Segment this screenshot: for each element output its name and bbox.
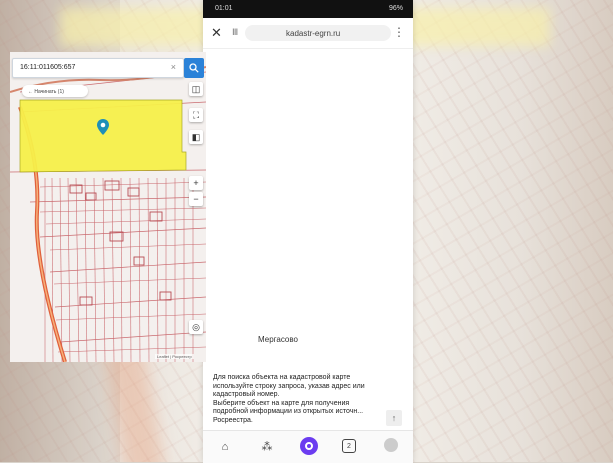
- zoom-in-button[interactable]: +: [189, 176, 203, 190]
- home-icon[interactable]: ⌂: [217, 439, 233, 455]
- map-canvas[interactable]: [10, 52, 206, 362]
- status-battery: 96%: [388, 5, 403, 12]
- services-icon[interactable]: ⁂: [259, 439, 275, 455]
- scroll-up-button[interactable]: ↑: [386, 410, 402, 426]
- info-text: Для поиска объекта на кадастровой карте …: [213, 374, 395, 426]
- info-line: используйте строку запроса, указав адрес…: [213, 382, 365, 390]
- info-line: кадастровый номер.: [213, 391, 280, 399]
- map-pin-icon[interactable]: [96, 118, 110, 136]
- reader-icon[interactable]: Ⅲ: [232, 27, 238, 38]
- history-chip[interactable]: ← Начинать (1): [22, 85, 88, 97]
- bottom-navigation: ⌂ ⁂ 2: [203, 430, 413, 463]
- zoom-out-button[interactable]: −: [189, 192, 203, 206]
- status-time: 01:01: [215, 5, 233, 12]
- place-label: Мергасово: [258, 335, 298, 344]
- tabs-button[interactable]: 2: [342, 439, 356, 453]
- search-button[interactable]: [184, 58, 204, 78]
- cadastral-search-input[interactable]: 16:11:011605:657 ×: [12, 58, 184, 78]
- clear-icon[interactable]: ×: [171, 62, 176, 72]
- cadastral-map[interactable]: [10, 52, 206, 362]
- info-line: подробной информации из открытых источн.…: [213, 408, 364, 416]
- fullscreen-icon[interactable]: ⛶: [189, 108, 203, 122]
- info-line: Для поиска объекта на кадастровой карте: [213, 374, 351, 381]
- close-icon[interactable]: ✕: [211, 25, 222, 41]
- locate-icon[interactable]: ◎: [189, 320, 203, 334]
- search-value[interactable]: 16:11:011605:657: [20, 64, 75, 71]
- url-text[interactable]: kadastr-egrn.ru: [286, 29, 340, 38]
- history-label[interactable]: ← Начинать (1): [28, 89, 64, 95]
- layers-icon[interactable]: ◫: [189, 82, 203, 96]
- browser-toolbar: ✕ Ⅲ kadastr-egrn.ru ⋮: [203, 18, 413, 49]
- info-line: Росреестра.: [213, 416, 253, 424]
- map-attribution: Leaflet | Росреестр: [155, 354, 194, 359]
- search-icon: [189, 63, 199, 73]
- more-icon[interactable]: ⋮: [393, 25, 405, 39]
- alice-icon[interactable]: [300, 437, 318, 455]
- profile-icon[interactable]: [384, 438, 398, 452]
- selected-parcel[interactable]: [19, 99, 187, 173]
- basemap-icon[interactable]: ◧: [189, 130, 203, 144]
- status-bar: 01:01 96%: [203, 0, 413, 18]
